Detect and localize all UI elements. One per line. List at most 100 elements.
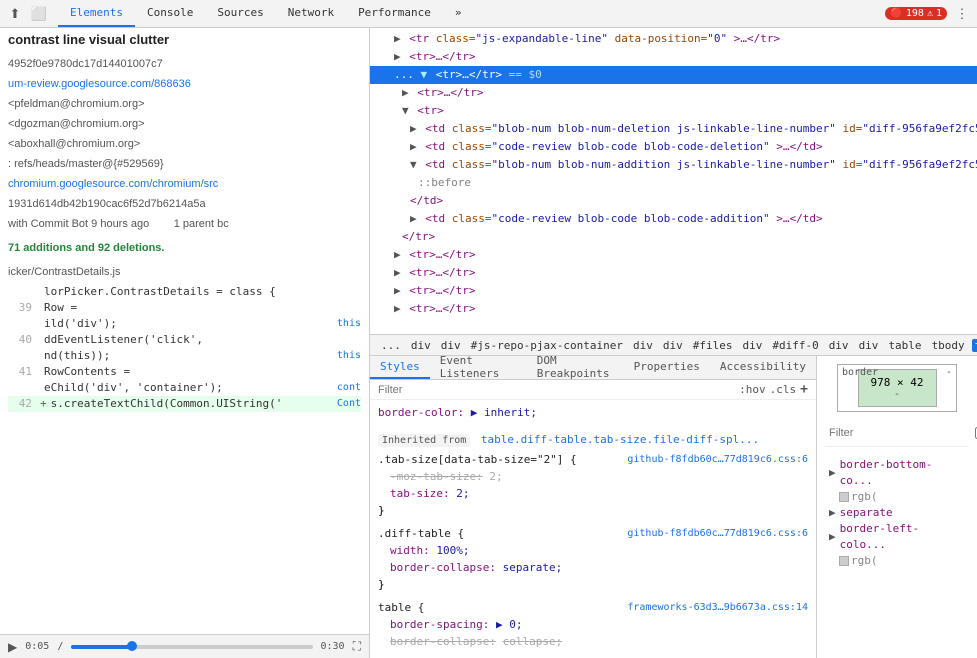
dom-line: ▶ <td class="code-review blob-code blob-…: [370, 138, 977, 156]
dom-line: ▼ <td class="blob-num blob-num-addition …: [370, 156, 977, 174]
cursor-icon[interactable]: ⬆: [4, 3, 26, 25]
devtools-tab-list: Elements Console Sources Network Perform…: [58, 0, 885, 27]
fullscreen-button[interactable]: ⛶: [353, 639, 361, 654]
main-area: contrast line visual clutter 4952f0e9780…: [0, 28, 977, 658]
source-content: contrast line visual clutter 4952f0e9780…: [0, 28, 369, 634]
breadcrumb-item-div2[interactable]: div: [438, 339, 464, 352]
css-source-link3[interactable]: frameworks-63d3…9b6673a.css:14: [627, 599, 808, 616]
dom-line: ▶ <tr class="js-expandable-line" data-po…: [370, 30, 977, 48]
left-panel: contrast line visual clutter 4952f0e9780…: [0, 28, 370, 658]
computed-prop: ▶ border-bottom-co...: [829, 457, 965, 489]
breadcrumb-item-table[interactable]: table: [885, 339, 924, 352]
media-current-time: 0:05: [25, 641, 49, 652]
author3: <aboxhall@chromium.org>: [8, 136, 361, 152]
tab-accessibility[interactable]: Accessibility: [710, 356, 816, 379]
breadcrumb-item-div7[interactable]: div: [856, 339, 882, 352]
tab-network[interactable]: Network: [276, 0, 346, 27]
dom-line: ▶ <td class="code-review blob-code blob-…: [370, 210, 977, 228]
css-rule-table: table { frameworks-63d3…9b6673a.css:14 b…: [378, 599, 808, 650]
author1: <pfeldman@chromium.org>: [8, 96, 361, 112]
dom-line-selected: ... ▼ <tr>…</tr> == $0: [370, 66, 977, 84]
dom-tree: ▶ <tr class="js-expandable-line" data-po…: [370, 28, 977, 334]
styles-tabs: Styles Event Listeners DOM Breakpoints P…: [370, 356, 816, 380]
code-line: ild('div');this: [8, 316, 361, 332]
breadcrumb-item-tr[interactable]: tr: [972, 339, 977, 352]
filter-hov[interactable]: :hov: [739, 383, 766, 396]
commit-stats: 71 additions and 92 deletions.: [8, 240, 361, 256]
breadcrumb-item-div4[interactable]: div: [660, 339, 686, 352]
code-line: nd(this));this: [8, 348, 361, 364]
breadcrumb-item-div5[interactable]: div: [739, 339, 765, 352]
styles-panel: Styles Event Listeners DOM Breakpoints P…: [370, 356, 977, 658]
dom-line: ▶ <td class="blob-num blob-num-deletion …: [370, 120, 977, 138]
css-rule-diff-table: .diff-table { github-f8fdb60c…77d819c6.c…: [378, 525, 808, 593]
inherited-selector[interactable]: table.diff-table.tab-size.file-diff-spl.…: [481, 433, 759, 446]
commit-title: contrast line visual clutter: [8, 32, 361, 48]
commit-refs: : refs/heads/master@{#529569}: [8, 156, 361, 172]
styles-filter-input[interactable]: [378, 384, 735, 396]
tab-dom-breakpoints[interactable]: DOM Breakpoints: [527, 356, 624, 379]
tab-more[interactable]: »: [443, 0, 474, 27]
box-height: 42: [910, 376, 923, 389]
css-source-link[interactable]: github-f8fdb60c…77d819c6.css:6: [627, 451, 808, 468]
more-options-button[interactable]: ⋮: [951, 3, 973, 25]
dom-line: </td>: [370, 192, 977, 210]
styles-left: Styles Event Listeners DOM Breakpoints P…: [370, 356, 817, 658]
inspect-icon[interactable]: ⬜: [28, 3, 50, 25]
dom-line: ▶ <tr>…</tr>: [370, 246, 977, 264]
add-style-rule-button[interactable]: +: [800, 382, 808, 397]
code-line: 40 ddEventListener('click',: [8, 332, 361, 348]
styles-right: border - 978 × 42 - Show all: [817, 356, 977, 658]
tab-properties[interactable]: Properties: [624, 356, 710, 379]
play-button[interactable]: ▶: [8, 640, 17, 654]
media-total-time: 0:30: [321, 641, 345, 652]
repo-url[interactable]: chromium.googlesource.com/chromium/src: [8, 176, 361, 192]
tab-styles[interactable]: Styles: [370, 356, 430, 379]
devtools-bar-right: 🔴 198 ⚠ 1 ⋮: [885, 3, 973, 25]
breadcrumb-item-tbody[interactable]: tbody: [929, 339, 968, 352]
tab-console[interactable]: Console: [135, 0, 205, 27]
dom-line: ▼ <tr>: [370, 102, 977, 120]
tab-event-listeners[interactable]: Event Listeners: [430, 356, 527, 379]
dom-line: </tr>: [370, 228, 977, 246]
code-block: lorPicker.ContrastDetails = class { 39 R…: [8, 284, 361, 412]
box-model-container: border - 978 × 42 -: [825, 364, 969, 412]
computed-prop-val2: rgb(: [829, 553, 965, 569]
code-line-add: 42 + s.createTextChild(Common.UIString('…: [8, 396, 361, 412]
code-line: lorPicker.ContrastDetails = class {: [8, 284, 361, 300]
author2: <dgozman@chromium.org>: [8, 116, 361, 132]
media-sep: /: [57, 641, 63, 652]
media-bar: ▶ 0:05 / 0:30 ⛶: [0, 634, 369, 658]
breadcrumb-item-div3[interactable]: div: [630, 339, 656, 352]
code-line: 39 Row =: [8, 300, 361, 316]
dom-line: ▶ <tr>…</tr>: [370, 48, 977, 66]
breadcrumb-item[interactable]: ...: [378, 339, 404, 352]
breadcrumb-item-files[interactable]: #files: [690, 339, 736, 352]
commit-hash: 4952f0e9780dc17d14401007c7: [8, 56, 361, 72]
code-line: 41 RowContents =: [8, 364, 361, 380]
breadcrumb-item-div1[interactable]: div: [408, 339, 434, 352]
inherited-from-label: Inherited from table.diff-table.tab-size…: [378, 431, 808, 449]
media-progress-bar[interactable]: [71, 645, 312, 649]
breadcrumb-item-pjax[interactable]: #js-repo-pjax-container: [468, 339, 626, 352]
computed-filter-input[interactable]: [829, 427, 971, 439]
devtools-toolbar: ⬆ ⬜ Elements Console Sources Network Per…: [0, 0, 977, 28]
css-source-link2[interactable]: github-f8fdb60c…77d819c6.css:6: [627, 525, 808, 542]
css-rule-border-color: border-color: ▶ inherit;: [378, 404, 808, 421]
tab-sources[interactable]: Sources: [205, 0, 275, 27]
commit-url[interactable]: um-review.googlesource.com/868636: [8, 76, 361, 92]
styles-content: border-color: ▶ inherit; Inherited from …: [370, 400, 816, 658]
expand-arrow[interactable]: ▶: [394, 32, 401, 45]
tab-performance[interactable]: Performance: [346, 0, 443, 27]
breadcrumb-item-div6[interactable]: div: [826, 339, 852, 352]
color-swatch2: [839, 556, 849, 566]
dom-line: ▶ <tr>…</tr>: [370, 282, 977, 300]
filter-cls[interactable]: .cls: [770, 383, 797, 396]
computed-filter-bar: Show all: [825, 420, 969, 447]
styles-filter-bar: :hov .cls +: [370, 380, 816, 400]
file-path: icker/ContrastDetails.js: [8, 264, 361, 280]
breadcrumb-item-diff0[interactable]: #diff-0: [769, 339, 821, 352]
tab-elements[interactable]: Elements: [58, 0, 135, 27]
computed-prop: ▶ separate: [829, 505, 965, 521]
media-progress-thumb[interactable]: [127, 641, 137, 651]
